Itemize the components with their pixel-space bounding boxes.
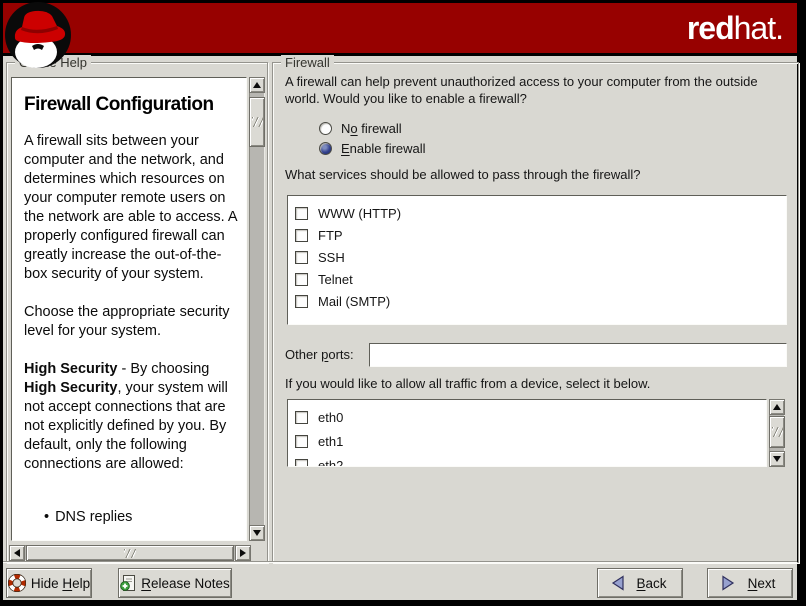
device-label: eth1 — [318, 434, 343, 449]
service-label: SSH — [318, 250, 345, 265]
checkbox-icon[interactable] — [295, 229, 308, 242]
checkbox-icon[interactable] — [295, 459, 308, 468]
help-hscroll-thumb[interactable] — [26, 545, 234, 561]
redhat-wordmark-light: hat. — [734, 10, 783, 46]
redhat-wordmark: redhat. — [687, 10, 783, 47]
checkbox-icon[interactable] — [295, 435, 308, 448]
device-row-eth2[interactable]: eth2 — [295, 453, 766, 467]
help-hscroll-left-button[interactable] — [9, 545, 25, 561]
devices-vscroll-down-button[interactable] — [769, 451, 785, 467]
installer-window: redhat. Online Help Firewall Configurati… — [0, 0, 806, 606]
other-ports-label: Other ports: — [285, 347, 354, 362]
service-row-ssh[interactable]: SSH — [295, 246, 786, 268]
next-arrow-icon — [720, 574, 736, 592]
help-paragraph-1: A firewall sits between your computer an… — [24, 132, 242, 284]
radio-no-firewall[interactable]: No firewall — [319, 121, 402, 136]
redhat-wordmark-bold: red — [687, 10, 734, 46]
service-label: Telnet — [318, 272, 353, 287]
help-vscroll-up-button[interactable] — [249, 77, 265, 93]
device-label: eth0 — [318, 410, 343, 425]
devices-vertical-scrollbar[interactable] — [769, 399, 785, 467]
help-vscroll-thumb[interactable] — [249, 97, 265, 147]
service-row-mail-smtp[interactable]: Mail (SMTP) — [295, 290, 786, 312]
services-listbox[interactable]: WWW (HTTP) FTP SSH Telnet Mail (SMTP) — [287, 195, 787, 325]
radio-button-selected-icon[interactable] — [319, 142, 332, 155]
hide-help-button[interactable]: Hide Help — [6, 568, 92, 598]
release-notes-icon — [120, 574, 136, 592]
arrow-down-icon — [773, 456, 781, 462]
help-viewport: Firewall Configuration A firewall sits b… — [11, 77, 247, 541]
service-label: FTP — [318, 228, 343, 243]
device-row-eth0[interactable]: eth0 — [295, 405, 766, 429]
scrollbar-grip-icon — [772, 427, 783, 437]
help-text-segment-1: - By choosing — [117, 361, 209, 377]
help-paragraph-3: High Security - By choosing High Securit… — [24, 360, 242, 474]
devices-vscroll-thumb[interactable] — [769, 416, 785, 448]
services-question: What services should be allowed to pass … — [285, 167, 641, 182]
radio-enable-firewall-label: Enable firewall — [341, 141, 426, 156]
release-notes-button[interactable]: Release Notes — [118, 568, 232, 598]
arrow-right-icon — [240, 549, 246, 557]
checkbox-icon[interactable] — [295, 273, 308, 286]
footer-separator — [3, 561, 797, 563]
life-preserver-icon — [8, 574, 26, 592]
help-bullet-dns-replies: •DNS replies — [44, 508, 242, 527]
release-notes-label: Release Notes — [141, 576, 230, 591]
checkbox-icon[interactable] — [295, 251, 308, 264]
help-paragraph-2: Choose the appropriate security level fo… — [24, 303, 242, 341]
main-content: Online Help Firewall Configuration A fir… — [3, 56, 797, 600]
device-label: eth2 — [318, 458, 343, 468]
service-label: Mail (SMTP) — [318, 294, 390, 309]
firewall-intro-text: A firewall can help prevent unauthorized… — [285, 73, 779, 107]
hide-help-label: Hide Help — [31, 576, 90, 591]
service-row-ftp[interactable]: FTP — [295, 224, 786, 246]
device-row-eth1[interactable]: eth1 — [295, 429, 766, 453]
redhat-shadowman-logo — [2, 0, 74, 72]
checkbox-icon[interactable] — [295, 295, 308, 308]
help-vertical-scrollbar[interactable] — [249, 77, 265, 541]
arrow-up-icon — [253, 82, 261, 88]
online-help-frame: Online Help Firewall Configuration A fir… — [6, 62, 268, 563]
firewall-frame: Firewall A firewall can help prevent una… — [272, 62, 799, 563]
bullet-dot: • — [44, 509, 49, 525]
header-bar: redhat. — [3, 3, 797, 53]
scrollbar-grip-icon — [124, 549, 136, 558]
back-arrow-icon — [610, 574, 626, 592]
checkbox-icon[interactable] — [295, 411, 308, 424]
devices-vscroll-up-button[interactable] — [769, 399, 785, 415]
service-row-www-http[interactable]: WWW (HTTP) — [295, 202, 786, 224]
devices-note: If you would like to allow all traffic f… — [285, 376, 650, 391]
help-title: Firewall Configuration — [24, 94, 242, 116]
checkbox-icon[interactable] — [295, 207, 308, 220]
back-label: Back — [631, 576, 672, 591]
help-bold-high-security-1: High Security — [24, 361, 117, 377]
firewall-frame-label: Firewall — [281, 55, 334, 70]
devices-listbox[interactable]: eth0 eth1 eth2 — [287, 399, 767, 467]
service-row-telnet[interactable]: Telnet — [295, 268, 786, 290]
radio-enable-firewall[interactable]: Enable firewall — [319, 141, 426, 156]
next-label: Next — [741, 576, 782, 591]
arrow-left-icon — [14, 549, 20, 557]
help-horizontal-scrollbar[interactable] — [9, 545, 251, 561]
radio-no-firewall-label: No firewall — [341, 121, 402, 136]
next-button[interactable]: Next — [707, 568, 793, 598]
back-button[interactable]: Back — [597, 568, 683, 598]
help-bold-high-security-2: High Security — [24, 380, 117, 396]
other-ports-input[interactable] — [369, 343, 787, 367]
arrow-down-icon — [253, 530, 261, 536]
scrollbar-grip-icon — [252, 117, 263, 127]
help-vscroll-down-button[interactable] — [249, 525, 265, 541]
help-hscroll-right-button[interactable] — [235, 545, 251, 561]
radio-button-icon[interactable] — [319, 122, 332, 135]
service-label: WWW (HTTP) — [318, 206, 401, 221]
arrow-up-icon — [773, 404, 781, 410]
